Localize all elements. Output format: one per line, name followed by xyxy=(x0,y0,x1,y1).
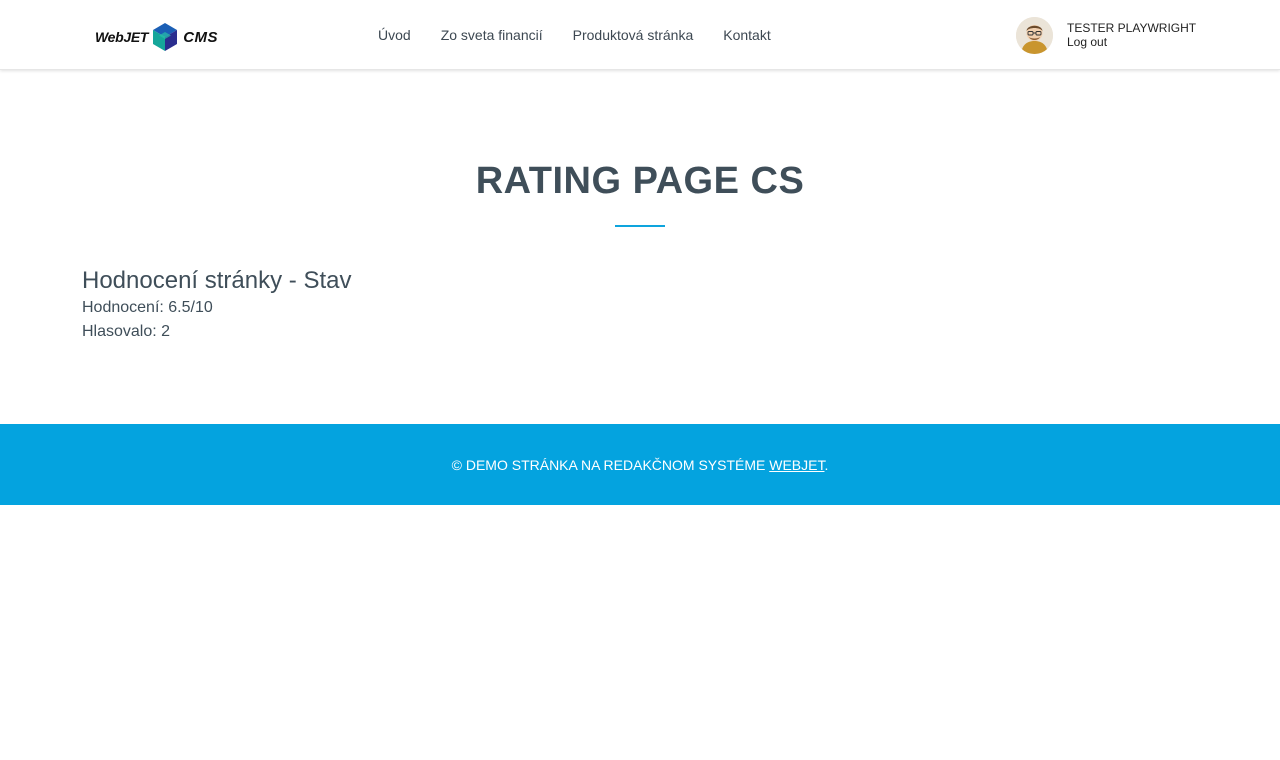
main-navigation: Úvod Zo sveta financií Produktová stránk… xyxy=(378,27,801,45)
footer-webjet-link[interactable]: WEBJET xyxy=(769,457,824,473)
webjet-cms-logo[interactable]: WebJET CMS xyxy=(95,22,231,52)
rating-status: Hodnocení stránky - Stav Hodnocení: 6.5/… xyxy=(82,266,351,344)
logo-webjet-text: WebJET xyxy=(95,29,149,45)
user-name: TESTER PLAYWRIGHT xyxy=(1067,21,1197,35)
avatar xyxy=(1016,16,1053,54)
footer-copyright: © DEMO STRÁNKA NA REDAKČNOM SYSTÉME xyxy=(451,456,770,473)
rating-score: Hodnocení: 6.5/10 xyxy=(82,299,213,316)
rating-votes: Hlasovalo: 2 xyxy=(82,323,171,340)
user-menu: TESTER PLAYWRIGHT Log out xyxy=(1016,16,1196,54)
footer-suffix: . xyxy=(824,456,829,473)
nav-item-produktova-stranka[interactable]: Produktová stránka xyxy=(573,27,694,45)
logo-cube-icon xyxy=(153,23,178,51)
nav-item-uvod[interactable]: Úvod xyxy=(378,27,411,45)
nav-item-zo-sveta-financii[interactable]: Zo sveta financií xyxy=(441,27,543,45)
user-info: TESTER PLAYWRIGHT Log out xyxy=(1067,21,1196,49)
logout-link[interactable]: Log out xyxy=(1067,35,1196,49)
title-divider xyxy=(615,225,665,227)
footer-text: © DEMO STRÁNKA NA REDAKČNOM SYSTÉME WEBJ… xyxy=(452,457,829,473)
site-header: WebJET CMS Úvod Zo sveta financií Produk… xyxy=(0,0,1280,70)
rating-heading: Hodnocení stránky - Stav xyxy=(82,267,352,294)
user-avatar-icon xyxy=(1016,16,1053,54)
page-title: RATING PAGE CS xyxy=(475,160,805,202)
site-footer: © DEMO STRÁNKA NA REDAKČNOM SYSTÉME WEBJ… xyxy=(0,424,1280,505)
logo-cms-text: CMS xyxy=(183,28,219,46)
nav-item-kontakt[interactable]: Kontakt xyxy=(723,27,770,45)
